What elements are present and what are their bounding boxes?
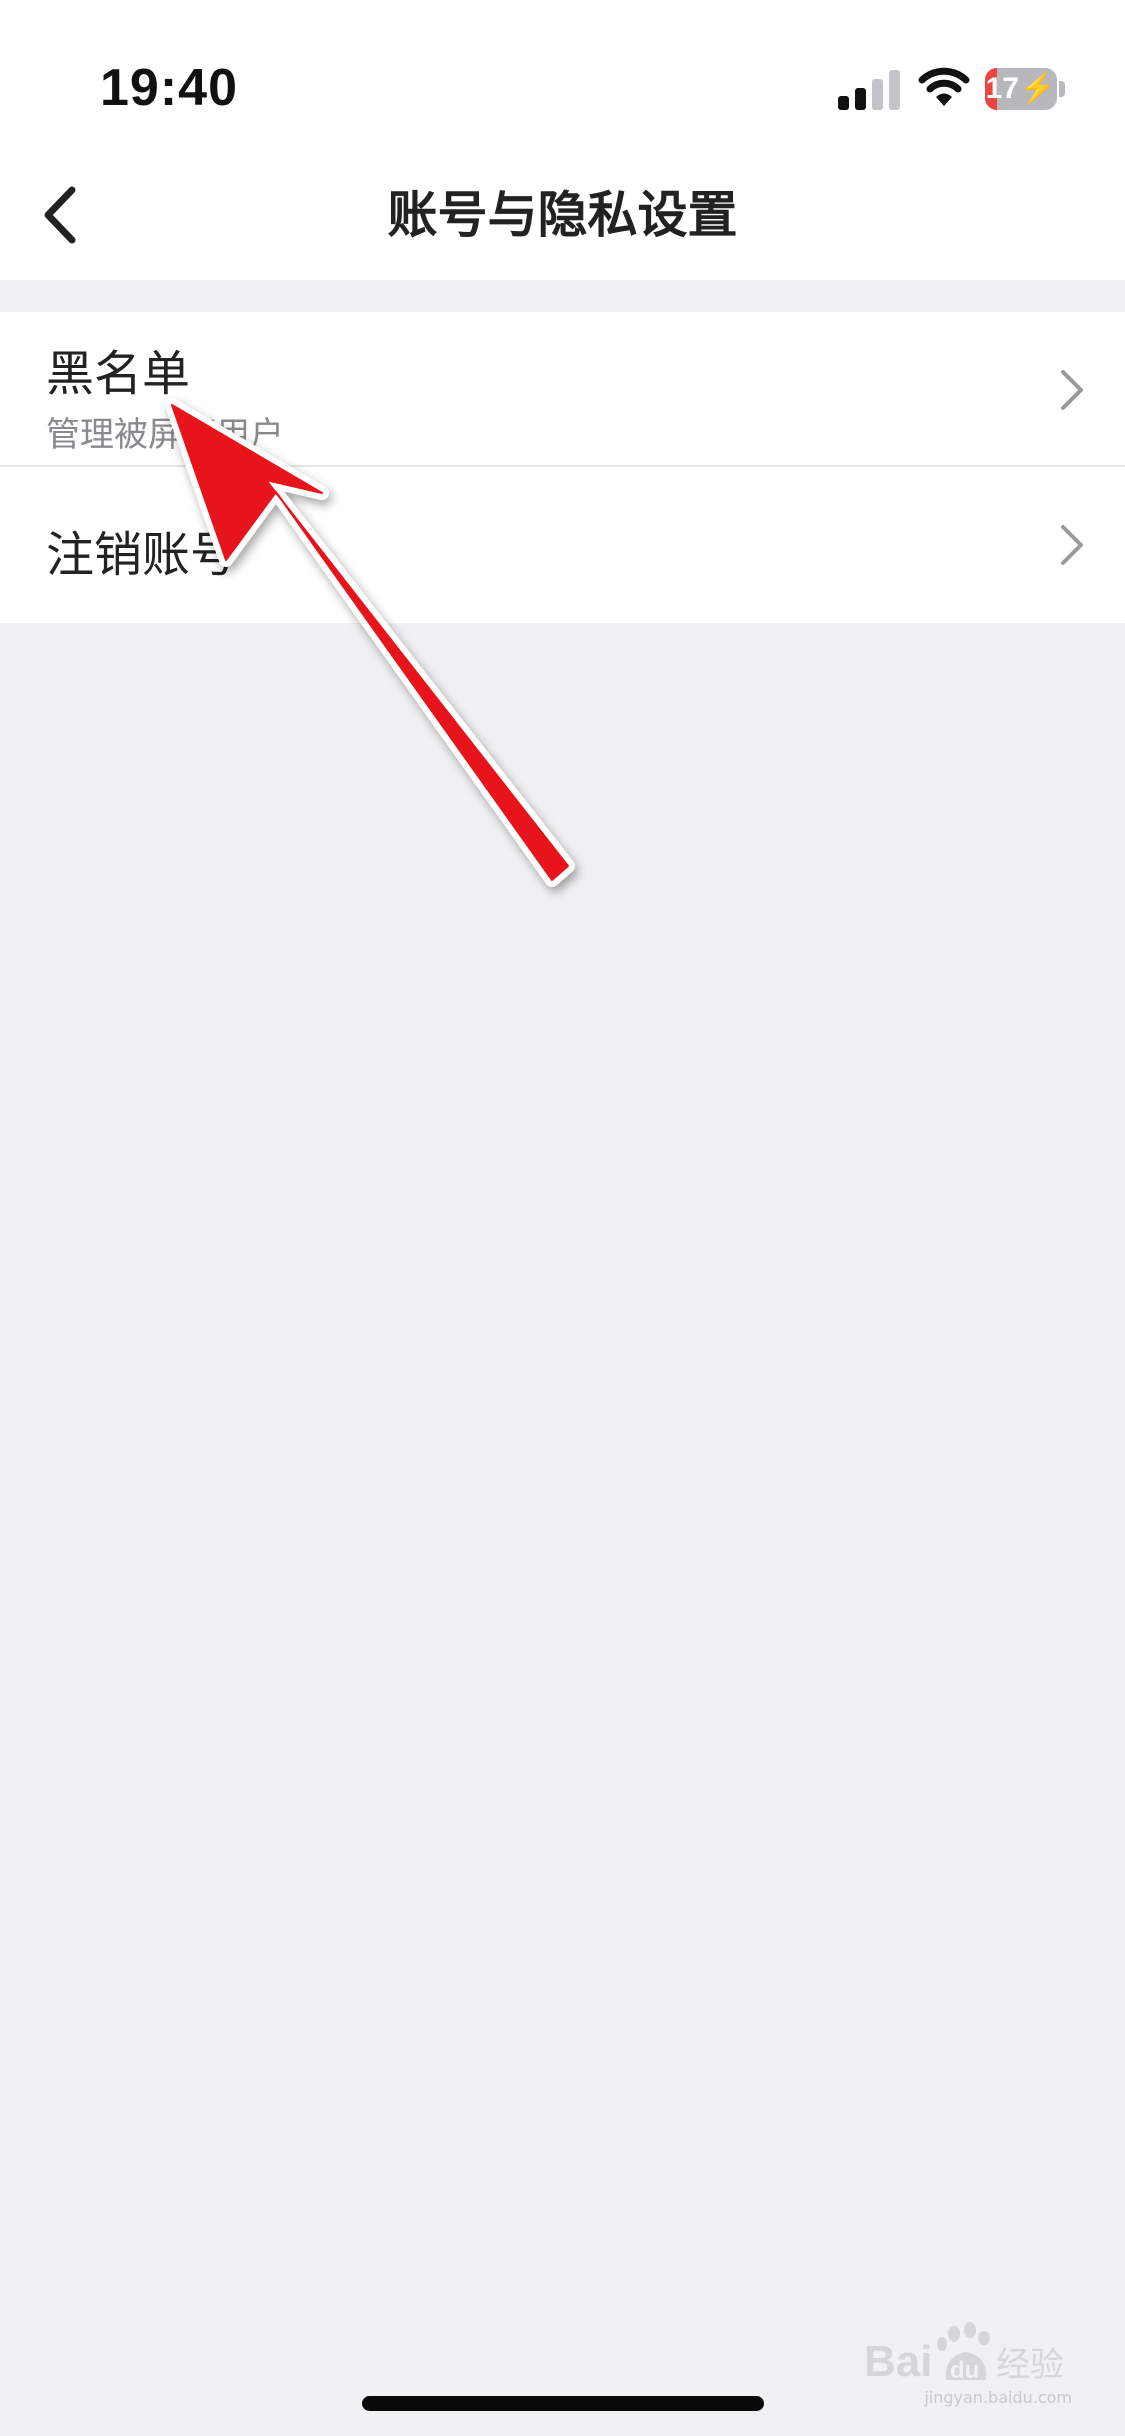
battery-body: 17⚡ — [985, 68, 1057, 110]
blacklist-title: 黑名单 — [46, 346, 191, 402]
settings-list: 黑名单 管理被屏蔽用户 注销账号 — [0, 312, 1125, 623]
chevron-right-icon — [1061, 370, 1083, 410]
wifi-icon — [918, 67, 970, 106]
blacklist-subtitle: 管理被屏蔽用户 — [46, 415, 284, 455]
screen: 19:40 17⚡ 账号与隐私设置 黑名单 管理被屏蔽用户 注销账号 Bai d… — [0, 0, 1125, 2436]
blacklist-item[interactable]: 黑名单 管理被屏蔽用户 — [0, 312, 1125, 467]
battery-charging-icon: 17⚡ — [985, 68, 1065, 110]
cancel-account-title: 注销账号 — [46, 527, 239, 583]
battery-level: 17⚡ — [985, 72, 1057, 105]
baidu-paw-logo: Bai du 经验 — [864, 2322, 1064, 2386]
baidu-watermark: Bai du 经验 jingyan.baidu.com — [862, 2320, 1072, 2410]
chevron-left-icon — [44, 186, 76, 244]
page-title: 账号与隐私设置 — [387, 186, 738, 244]
cancel-account-item[interactable]: 注销账号 — [0, 467, 1125, 623]
status-time: 19:40 — [100, 59, 238, 117]
back-button[interactable] — [30, 180, 100, 250]
watermark-url: jingyan.baidu.com — [924, 2388, 1072, 2407]
svg-text:du: du — [950, 2357, 979, 2384]
chevron-right-icon — [1061, 525, 1083, 565]
navigation-bar: 账号与隐私设置 — [0, 150, 1125, 280]
svg-text:经验: 经验 — [996, 2345, 1064, 2385]
cellular-signal-icon — [838, 70, 900, 110]
home-indicator[interactable] — [362, 2396, 764, 2411]
battery-cap — [1059, 81, 1065, 97]
svg-text:Bai: Bai — [864, 2337, 932, 2386]
status-bar: 19:40 17⚡ — [0, 0, 1125, 150]
